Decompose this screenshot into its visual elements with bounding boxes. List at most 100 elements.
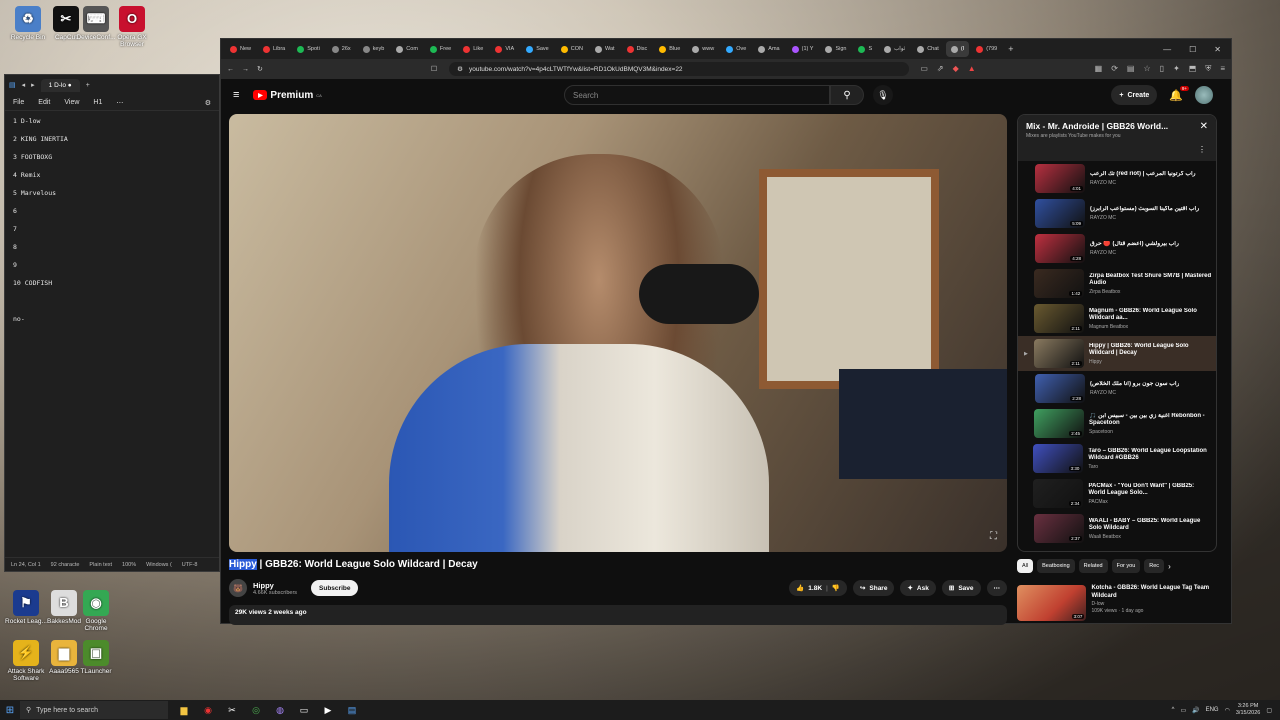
terminal-icon[interactable]: ▭: [296, 702, 312, 718]
video-description[interactable]: 29K views 2 weeks ago: [229, 605, 1007, 625]
notification-center-icon[interactable]: ▢: [1266, 707, 1272, 714]
opera-gx-icon[interactable]: ◉: [200, 702, 216, 718]
share-button[interactable]: ↪ Share: [852, 580, 895, 596]
settings-icon[interactable]: ⚙: [205, 99, 211, 107]
filter-chip[interactable]: Related: [1078, 559, 1108, 573]
filter-chip[interactable]: All: [1017, 559, 1034, 573]
desktop-icon[interactable]: O Opera GX Browser: [110, 6, 154, 48]
browser-window[interactable]: New Libra Spoti 26x keyb Com Free Like VIA Save CO…: [220, 38, 1232, 625]
forward-icon[interactable]: ▸: [31, 81, 35, 89]
playlist-item[interactable]: 3:30 Taro – GBB26: World League Loopstati…: [1018, 441, 1216, 476]
fullscreen-icon[interactable]: ⛶: [990, 531, 997, 542]
browser-tab[interactable]: 26x: [327, 41, 356, 57]
browser-tab[interactable]: ثواب: [879, 41, 910, 57]
menu-file[interactable]: File: [13, 99, 24, 106]
wallet-icon[interactable]: ⬒: [1189, 64, 1197, 74]
windows-start-icon[interactable]: ⊞: [0, 705, 20, 716]
youtube-logo[interactable]: ▶ Premium CA: [253, 90, 322, 101]
browser-tab[interactable]: Spoti: [292, 41, 325, 57]
desktop-icon[interactable]: ◉ Google Chrome: [74, 590, 118, 632]
new-tab-button[interactable]: +: [1008, 44, 1013, 54]
browser-tab[interactable]: Sign: [820, 41, 851, 57]
ask-button[interactable]: ✦ Ask: [900, 580, 936, 596]
like-button[interactable]: 👍 1.8K | 👎: [789, 580, 847, 596]
browser-tab[interactable]: (799: [971, 41, 1002, 57]
close-button[interactable]: ✕: [1214, 45, 1221, 54]
sidebar-icon[interactable]: ▯: [1160, 64, 1164, 74]
browser-tab[interactable]: Ove: [721, 41, 751, 57]
extension-icon-3[interactable]: ▦: [1095, 64, 1103, 74]
playlist-item[interactable]: 2:37 WAALI - BABY – GBB25: World League S…: [1018, 511, 1216, 546]
channel-avatar[interactable]: 🐻: [229, 579, 247, 597]
more-actions-button[interactable]: ⋯: [986, 580, 1007, 596]
channel-name[interactable]: Hippy: [253, 581, 297, 590]
browser-tab[interactable]: CON: [556, 41, 588, 57]
volume-icon[interactable]: 🔊: [1192, 707, 1199, 714]
extension-icon-5[interactable]: ▤: [1127, 64, 1135, 74]
search-button[interactable]: ⚲: [830, 85, 864, 105]
taskbar-search[interactable]: ⚲ Type here to search: [20, 701, 168, 719]
filter-chip[interactable]: Rec: [1144, 559, 1165, 573]
clock[interactable]: 3:26 PM 3/15/2026: [1236, 703, 1260, 716]
heading-dropdown[interactable]: H1: [93, 99, 102, 106]
desktop-icon[interactable]: ▣ TLauncher: [74, 640, 118, 675]
chevron-up-icon[interactable]: ^: [1172, 707, 1175, 713]
maximize-button[interactable]: ☐: [1189, 45, 1196, 54]
browser-tab[interactable]: (I: [945, 41, 970, 57]
playlist-item[interactable]: 4:28 راب بيرولشي (اعضم قتال) 🔴 حرق RAYZO M…: [1018, 231, 1216, 266]
playlist-item[interactable]: ▶ 2:11 Hippy | GBB26: World League Solo Wi…: [1018, 336, 1216, 371]
menu-view[interactable]: View: [64, 99, 79, 106]
chevron-right-icon[interactable]: ›: [1168, 562, 1171, 571]
recommended-title[interactable]: Kotcha - GBB26: World League Tag Team Wi…: [1091, 585, 1217, 600]
filter-chip[interactable]: For you: [1111, 559, 1141, 573]
notepad-text-area[interactable]: 1 D-low 2 KING INERTIA 3 FOOTBOXG 4 Remix 5 …: [5, 111, 219, 339]
playlist-item[interactable]: 5:09 راب اقتين ماكينا السوبث (مستواعب الر…: [1018, 196, 1216, 231]
extension-icon-2[interactable]: ▲: [968, 64, 976, 74]
shield-icon[interactable]: ⛨: [1205, 64, 1211, 74]
playlist-item[interactable]: 2:11 Magnum - GBB26: World League Solo Wi…: [1018, 301, 1216, 336]
language-indicator[interactable]: ENG: [1206, 707, 1219, 713]
extension-icon[interactable]: ◆: [953, 64, 959, 74]
browser-tab[interactable]: Wat: [590, 41, 620, 57]
browser-tab[interactable]: keyb: [358, 41, 390, 57]
browser-tab[interactable]: Like: [458, 41, 488, 57]
browser-tab[interactable]: Free: [425, 41, 456, 57]
save-button[interactable]: ⊞ Save: [941, 580, 981, 596]
back-icon[interactable]: ←: [227, 66, 234, 73]
minimize-button[interactable]: —: [1163, 45, 1171, 54]
playlist-item[interactable]: 2:45 🎵 أغنية زي بين بين - سبيس ابن Rebonb…: [1018, 406, 1216, 441]
search-input[interactable]: Search: [564, 85, 830, 105]
hamburger-menu-icon[interactable]: ≡: [233, 89, 239, 101]
browser-tab[interactable]: Chat: [912, 41, 944, 57]
browser-tab[interactable]: VIA: [490, 41, 519, 57]
url-bar[interactable]: ⚙ youtube.com/watch?v=4p4cLTWTfYw&list=R…: [449, 62, 910, 76]
notifications-button[interactable]: 🔔 9+: [1169, 85, 1189, 102]
more-vertical-icon[interactable]: ⋮: [1198, 145, 1206, 154]
reload-icon[interactable]: ↻: [257, 65, 263, 73]
playlist-item[interactable]: 1:42 Zirpa Beatbox Test Shure SM7B | Mast…: [1018, 266, 1216, 301]
avatar[interactable]: [1195, 86, 1213, 104]
browser-tab[interactable]: New: [225, 41, 256, 57]
chrome-icon[interactable]: ◎: [248, 702, 264, 718]
bookmarks-icon[interactable]: ☆: [1143, 64, 1150, 74]
recommended-thumbnail[interactable]: 3:07: [1017, 585, 1087, 621]
media-player-icon[interactable]: ▶: [320, 702, 336, 718]
browser-tab[interactable]: Blue: [654, 41, 685, 57]
browser-icon[interactable]: ◍: [272, 702, 288, 718]
notepad-icon[interactable]: ▤: [344, 702, 360, 718]
video-player[interactable]: ⛶: [229, 114, 1007, 552]
voice-search-button[interactable]: 🎙: [873, 85, 893, 105]
filter-chip[interactable]: Beatboxing: [1037, 559, 1075, 573]
capcut-icon[interactable]: ✂: [224, 702, 240, 718]
recommended-video[interactable]: 3:07 Kotcha - GBB26: World League Tag Te…: [1017, 585, 1217, 621]
menu-icon[interactable]: ≡: [1220, 64, 1225, 74]
browser-tab[interactable]: Com: [391, 41, 423, 57]
new-tab-icon[interactable]: +: [86, 82, 90, 89]
share-icon[interactable]: ⇗: [937, 64, 944, 74]
playlist-item[interactable]: 4:01 تك الرعب (red riot) | راب كرتونيا ال…: [1018, 161, 1216, 196]
browser-tab[interactable]: Disc: [622, 41, 653, 57]
extension-icon-4[interactable]: ⟳: [1111, 64, 1118, 74]
browser-tab[interactable]: S: [853, 41, 877, 57]
playlist-item[interactable]: 2:34 PACMax - "You Don't Want" | GBB25: W…: [1018, 476, 1216, 511]
browser-tab[interactable]: (1) Y: [787, 41, 819, 57]
